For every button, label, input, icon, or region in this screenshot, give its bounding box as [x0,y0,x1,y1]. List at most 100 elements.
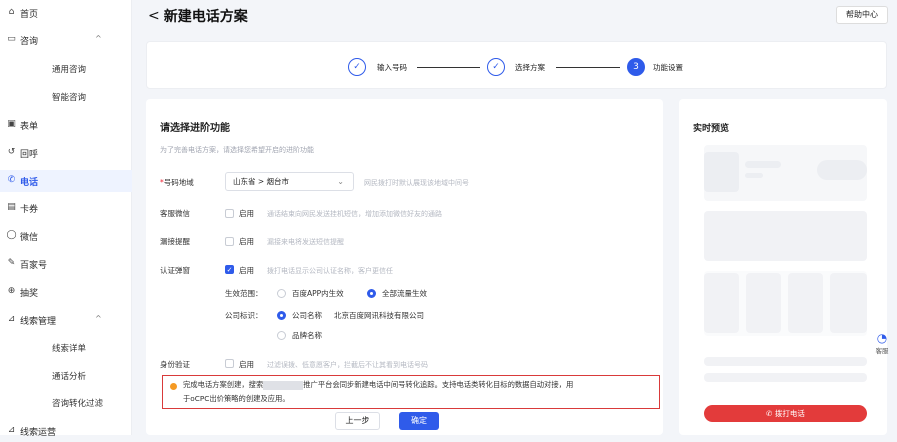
sidebar-item-phone[interactable]: ✆ 电话 [0,170,132,192]
sidebar-item-label: 线索运营 [20,427,57,438]
live-preview-panel: 实时预览 ✆ 拨打电话 [679,99,887,435]
chat-icon: ▭ [7,34,16,44]
preview-button-placeholder [817,160,867,180]
sidebar-item-label: 回呼 [20,149,39,160]
sidebar-item-callback[interactable]: ↺ 回呼 [0,142,132,164]
sidebar-item-wechat[interactable]: ◯ 微信 [0,225,132,247]
preview-title: 实时预览 [693,124,730,134]
scope-all-traffic-radio[interactable] [367,289,376,298]
sidebar-item-lottery[interactable]: ⊕ 抽奖 [0,281,132,303]
warning-icon [170,383,177,390]
wechat-checkbox[interactable] [225,209,234,218]
wechat-hint: 通话结束向网民发送挂机短信，增加添加微信好友的通路 [267,210,442,218]
sidebar-item-label: 咨询 [20,36,39,47]
redacted-block [263,380,304,390]
notice-line-2: 于oCPC出价策略的创建及应用。 [183,394,290,403]
sidebar-item-baijiahao[interactable]: ✎ 百家号 [0,253,132,275]
region-select[interactable]: 山东省 > 烟台市 ⌄ [225,172,354,191]
scope-all-traffic-label: 全部流量生效 [382,289,427,298]
sidebar-item-label: 首页 [20,9,39,20]
stepper: ✓ 输入号码 ✓ 选择方案 3 功能设置 [146,41,887,89]
sidebar-item-leads-detail[interactable]: 线索详单 [14,337,146,359]
auth-enable-label: 启用 [239,266,254,275]
sidebar: ⌂ 首页 ▭ 咨询 ^ 通用咨询 智能咨询 ▣ 表单 ↺ 回呼 ✆ 电话 ▤ 卡券 ◯ 微信 ✎… [0,0,132,438]
sidebar-item-label: 通用咨询 [52,65,87,75]
sidebar-item-label: 抽奖 [20,288,39,299]
customer-service-widget[interactable]: ◔ 客服 [871,331,893,365]
id-brand-name-radio[interactable] [277,331,286,340]
scope-label: 生效范围： [225,289,263,298]
missed-hint: 漏接来电将发送短信提醒 [267,238,344,246]
wechat-icon: ◯ [6,230,17,240]
page-title: < 新建电话方案 [148,6,248,26]
step-divider [556,67,620,68]
sidebar-item-form[interactable]: ▣ 表单 [0,114,132,136]
id-brand-name-label: 品牌名称 [292,331,322,340]
sidebar-item-label: 线索详单 [52,344,87,354]
preview-image-placeholder [704,152,739,192]
notice-line-1: 完成电话方案创建，搜索 推广平台会同步新建电话中间号转化追踪。支持电话类转化目标的… [183,380,574,390]
preview-grid-cell [704,273,739,333]
section-title: 请选择进阶功能 [160,123,230,134]
identity-label: 身份验证 [160,360,190,369]
sidebar-item-consult[interactable]: ▭ 咨询 ^ [0,29,132,51]
company-id-label: 公司标识： [225,311,263,320]
missed-enable-label: 启用 [239,237,254,246]
scope-baidu-app-radio[interactable] [277,289,286,298]
identity-checkbox[interactable] [225,359,234,368]
coupon-icon: ▤ [7,202,16,212]
missed-label: 漏接提醒 [160,237,190,246]
preview-grid-cell [746,273,781,333]
identity-hint: 过滤误拨、低意愿客户，拦截后不让其看到电话号码 [267,361,428,369]
help-center-button[interactable]: 帮助中心 [836,6,888,24]
preview-line-placeholder [704,373,867,382]
preview-text-placeholder [745,161,781,168]
callback-icon: ↺ [7,147,16,157]
preview-grid-cell [830,273,867,333]
step-2-label: 选择方案 [515,63,545,72]
company-name-value: 北京百度网讯科技有限公司 [334,311,424,320]
sidebar-item-smart-consult[interactable]: 智能咨询 [14,86,146,108]
sidebar-item-label: 电话 [20,177,39,188]
missed-checkbox[interactable] [225,237,234,246]
preview-grid-cell [788,273,823,333]
auth-hint: 拨打电话显示公司认证名称，客户更信任 [267,267,393,275]
conversion-notice: 完成电话方案创建，搜索 推广平台会同步新建电话中间号转化追踪。支持电话类转化目标的… [162,375,660,409]
identity-enable-label: 启用 [239,360,254,369]
sidebar-item-home[interactable]: ⌂ 首页 [0,2,132,24]
sidebar-item-coupon[interactable]: ▤ 卡券 [0,197,132,219]
leads-icon: ⊿ [7,314,16,324]
sidebar-item-general-consult[interactable]: 通用咨询 [14,58,146,80]
preview-call-button[interactable]: ✆ 拨打电话 [704,405,867,422]
sidebar-item-leads[interactable]: ⊿ 线索管理 ^ [0,309,132,331]
auth-label: 认证弹窗 [160,266,190,275]
scope-baidu-app-label: 百度APP内生效 [292,289,344,298]
back-icon[interactable]: < [148,8,160,24]
sidebar-item-leads-ops[interactable]: ⊿ 线索运营 [0,420,132,442]
headset-icon: ◔ [876,331,888,345]
phone-icon: ✆ [7,175,16,185]
region-label: *号码地域 [160,178,194,187]
step-1-label: 输入号码 [377,63,407,72]
chevron-up-icon: ^ [95,34,102,43]
id-company-name-radio[interactable] [277,311,286,320]
page-title-text: 新建电话方案 [163,9,248,25]
wechat-label: 客服微信 [160,209,190,218]
step-2-check-icon: ✓ [487,58,505,76]
sidebar-item-label: 表单 [20,121,39,132]
preview-line-placeholder [704,357,867,366]
auth-checkbox[interactable]: ✓ [225,265,234,274]
sidebar-item-label: 卡券 [20,204,39,215]
chevron-up-icon: ^ [95,314,102,323]
preview-block-placeholder [704,211,867,261]
sidebar-item-label: 百家号 [20,260,48,271]
prev-step-button[interactable]: 上一步 [335,412,380,430]
baijiahao-icon: ✎ [7,258,16,268]
section-subtitle: 为了完善电话方案，请选择您希望开启的进阶功能 [160,146,314,154]
home-icon: ⌂ [8,7,15,17]
wechat-enable-label: 启用 [239,209,254,218]
step-3-number: 3 [627,58,645,76]
sidebar-item-call-analysis[interactable]: 通话分析 [14,365,146,387]
sidebar-item-conversion-filter[interactable]: 咨询转化过滤 [14,392,146,414]
confirm-button[interactable]: 确定 [399,412,439,430]
